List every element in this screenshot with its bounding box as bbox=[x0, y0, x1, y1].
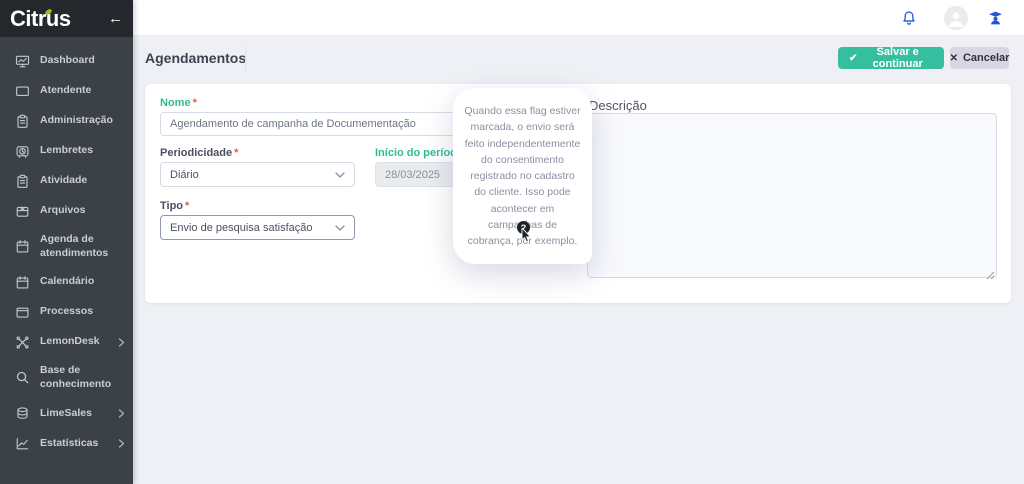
chevron-right-icon bbox=[118, 409, 125, 418]
sidebar-item-calendario[interactable]: Calendário bbox=[0, 267, 133, 297]
descricao-textarea[interactable] bbox=[587, 113, 997, 278]
chevron-right-icon bbox=[118, 338, 125, 347]
sidebar-nav: Dashboard Atendente Administração Lembre… bbox=[0, 37, 133, 459]
chevron-right-icon bbox=[118, 439, 125, 448]
title-separator bbox=[245, 46, 246, 72]
check-icon: ✔ bbox=[849, 53, 857, 64]
sidebar-item-atividade[interactable]: Atividade bbox=[0, 166, 133, 196]
lemondesk-icon bbox=[14, 334, 30, 350]
sidebar-item-processos[interactable]: Processos bbox=[0, 297, 133, 327]
sidebar-item-dashboard[interactable]: Dashboard bbox=[0, 46, 133, 76]
user-avatar[interactable] bbox=[944, 0, 968, 36]
descricao-label: Descrição bbox=[589, 98, 647, 113]
save-and-continue-button[interactable]: ✔ Salvar e continuar bbox=[838, 47, 944, 69]
collapse-sidebar-icon[interactable]: ← bbox=[108, 10, 123, 27]
sidebar-item-limesales[interactable]: LimeSales bbox=[0, 399, 133, 429]
stats-icon bbox=[14, 436, 30, 452]
sidebar-item-arquivos[interactable]: Arquivos bbox=[0, 196, 133, 226]
clipboard-icon bbox=[14, 173, 30, 189]
mouse-cursor bbox=[521, 228, 533, 249]
tipo-select[interactable]: Envio de pesquisa satisfação bbox=[160, 215, 355, 240]
sidebar-item-lemondesk[interactable]: LemonDesk bbox=[0, 327, 133, 357]
avatar-person-icon bbox=[944, 6, 968, 30]
calendar-icon bbox=[14, 239, 30, 255]
periodicidade-select[interactable]: Diário bbox=[160, 162, 355, 187]
topbar: SAIR bbox=[133, 0, 1024, 36]
sidebar-item-administracao[interactable]: Administração bbox=[0, 106, 133, 136]
leaf-icon bbox=[44, 3, 53, 21]
chevron-down-icon bbox=[335, 225, 345, 231]
dashboard-icon bbox=[14, 53, 30, 69]
window-icon bbox=[14, 304, 30, 320]
search-icon bbox=[14, 370, 30, 386]
sidebar-item-atendente[interactable]: Atendente bbox=[0, 76, 133, 106]
chevron-down-icon bbox=[335, 172, 345, 178]
archive-icon bbox=[14, 203, 30, 219]
close-icon: ✕ bbox=[950, 53, 958, 64]
limesales-icon bbox=[14, 406, 30, 422]
page-title: Agendamentos bbox=[145, 50, 246, 66]
sidebar-item-estatisticas[interactable]: Estatísticas bbox=[0, 429, 133, 459]
cancel-button[interactable]: ✕ Cancelar bbox=[950, 47, 1009, 69]
reminder-icon bbox=[14, 143, 30, 159]
clipboard-icon bbox=[14, 113, 30, 129]
monitor-icon bbox=[14, 83, 30, 99]
notifications-bell-icon[interactable] bbox=[901, 0, 917, 36]
app-logo: Citrus bbox=[10, 6, 71, 32]
sidebar-item-lembretes[interactable]: Lembretes bbox=[0, 136, 133, 166]
tipo-label: Tipo* bbox=[160, 200, 189, 212]
periodicidade-label: Periodicidade* bbox=[160, 147, 238, 159]
sidebar-item-base-de-conhecimento[interactable]: Base de conhecimento bbox=[0, 357, 133, 398]
tutorial-graduate-icon[interactable] bbox=[987, 0, 1004, 36]
sidebar: Citrus ← Dashboard Atendente Administraç… bbox=[0, 0, 133, 484]
logo-bar: Citrus ← bbox=[0, 0, 133, 37]
sidebar-item-agenda-de-atendimentos[interactable]: Agenda de atendimentos bbox=[0, 226, 133, 267]
nome-label: Nome* bbox=[160, 97, 197, 109]
calendar-icon bbox=[14, 274, 30, 290]
